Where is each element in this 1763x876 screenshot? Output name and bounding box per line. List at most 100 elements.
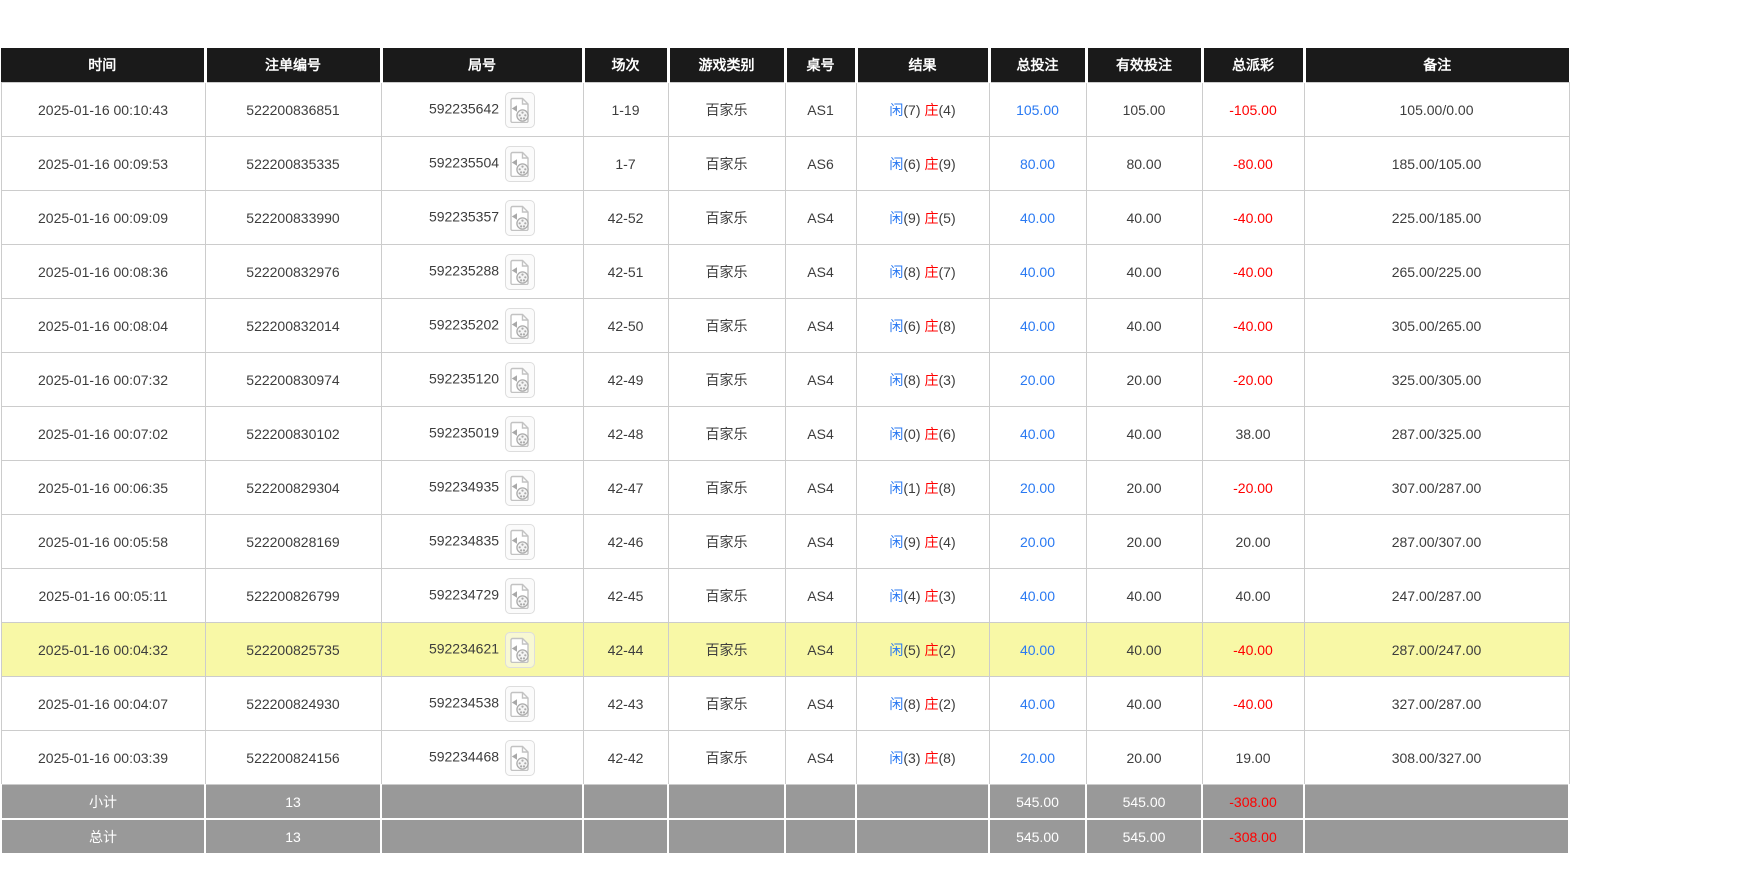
result-cell: 闲(4)庄(3)	[856, 569, 989, 623]
total-bet-cell: 20.00	[989, 461, 1086, 515]
banker-result-label: 庄	[925, 264, 939, 280]
round-cell: 592235504	[381, 137, 583, 191]
bet-id-cell: 522200828169	[205, 515, 381, 569]
subtotal-total-bet: 545.00	[989, 785, 1086, 820]
grand-total-valid-bet: 545.00	[1086, 819, 1202, 854]
game-type-cell: 百家乐	[668, 569, 785, 623]
video-replay-button[interactable]	[505, 686, 535, 722]
valid-bet-cell: 20.00	[1086, 731, 1202, 785]
video-replay-button[interactable]	[505, 524, 535, 560]
round-id-text: 592235642	[429, 100, 499, 116]
video-replay-button[interactable]	[505, 416, 535, 452]
round-cell: 592235019	[381, 407, 583, 461]
bet-records-table: 时间 注单编号 局号 场次 游戏类别 桌号 结果 总投注 有效投注 总派彩 备注…	[0, 48, 1570, 855]
remark-cell: 308.00/327.00	[1304, 731, 1569, 785]
round-cell: 592235642	[381, 83, 583, 137]
banker-result-points: (2)	[939, 696, 956, 712]
column-header-session: 场次	[583, 48, 668, 83]
video-replay-button[interactable]	[505, 254, 535, 290]
remark-cell: 305.00/265.00	[1304, 299, 1569, 353]
video-replay-button[interactable]	[505, 632, 535, 668]
column-header-game-type: 游戏类别	[668, 48, 785, 83]
game-type-cell: 百家乐	[668, 731, 785, 785]
bet-id-cell: 522200826799	[205, 569, 381, 623]
time-cell: 2025-01-16 00:07:32	[1, 353, 205, 407]
table-row: 2025-01-16 00:08:36 522200832976 5922352…	[1, 245, 1569, 299]
valid-bet-cell: 40.00	[1086, 677, 1202, 731]
time-cell: 2025-01-16 00:05:58	[1, 515, 205, 569]
round-cell: 592234835	[381, 515, 583, 569]
bet-id-cell: 522200824930	[205, 677, 381, 731]
video-replay-icon	[509, 529, 531, 555]
player-result-points: (5)	[903, 642, 920, 658]
table-row: 2025-01-16 00:09:09 522200833990 5922353…	[1, 191, 1569, 245]
valid-bet-cell: 40.00	[1086, 299, 1202, 353]
bet-id-cell: 522200830102	[205, 407, 381, 461]
payout-cell: -20.00	[1202, 461, 1304, 515]
round-id-text: 592234835	[429, 532, 499, 548]
result-cell: 闲(5)庄(2)	[856, 623, 989, 677]
player-result-points: (1)	[903, 480, 920, 496]
banker-result-label: 庄	[925, 156, 939, 172]
bet-id-cell: 522200829304	[205, 461, 381, 515]
banker-result-points: (7)	[939, 264, 956, 280]
game-type-cell: 百家乐	[668, 245, 785, 299]
session-cell: 42-47	[583, 461, 668, 515]
player-result-label: 闲	[889, 426, 903, 442]
table-no-cell: AS4	[785, 677, 856, 731]
payout-cell: -105.00	[1202, 83, 1304, 137]
video-replay-button[interactable]	[505, 470, 535, 506]
footer-empty-cell	[785, 819, 856, 854]
video-replay-button[interactable]	[505, 740, 535, 776]
video-replay-button[interactable]	[505, 92, 535, 128]
total-bet-cell: 20.00	[989, 353, 1086, 407]
game-type-cell: 百家乐	[668, 83, 785, 137]
banker-result-points: (5)	[939, 210, 956, 226]
time-cell: 2025-01-16 00:04:07	[1, 677, 205, 731]
video-replay-icon	[509, 97, 531, 123]
table-no-cell: AS4	[785, 731, 856, 785]
banker-result-label: 庄	[925, 696, 939, 712]
round-id-text: 592234468	[429, 748, 499, 764]
table-row: 2025-01-16 00:06:35 522200829304 5922349…	[1, 461, 1569, 515]
video-replay-icon	[509, 583, 531, 609]
session-cell: 1-7	[583, 137, 668, 191]
grand-total-total-bet: 545.00	[989, 819, 1086, 854]
video-replay-button[interactable]	[505, 200, 535, 236]
round-id-text: 592235357	[429, 208, 499, 224]
payout-cell: -40.00	[1202, 677, 1304, 731]
banker-result-label: 庄	[925, 642, 939, 658]
total-bet-cell: 40.00	[989, 677, 1086, 731]
result-cell: 闲(7)庄(4)	[856, 83, 989, 137]
player-result-points: (4)	[903, 588, 920, 604]
table-row: 2025-01-16 00:10:43 522200836851 5922356…	[1, 83, 1569, 137]
subtotal-valid-bet: 545.00	[1086, 785, 1202, 820]
table-no-cell: AS4	[785, 407, 856, 461]
footer-empty-cell	[856, 785, 989, 820]
video-replay-button[interactable]	[505, 578, 535, 614]
round-cell: 592235357	[381, 191, 583, 245]
table-row: 2025-01-16 00:04:32 522200825735 5922346…	[1, 623, 1569, 677]
round-id-text: 592235288	[429, 262, 499, 278]
table-row: 2025-01-16 00:07:32 522200830974 5922351…	[1, 353, 1569, 407]
game-type-cell: 百家乐	[668, 461, 785, 515]
total-bet-cell: 40.00	[989, 245, 1086, 299]
video-replay-button[interactable]	[505, 308, 535, 344]
subtotal-count: 13	[205, 785, 381, 820]
video-replay-button[interactable]	[505, 146, 535, 182]
session-cell: 42-50	[583, 299, 668, 353]
total-bet-cell: 105.00	[989, 83, 1086, 137]
banker-result-points: (3)	[939, 372, 956, 388]
payout-cell: -40.00	[1202, 245, 1304, 299]
time-cell: 2025-01-16 00:08:36	[1, 245, 205, 299]
table-no-cell: AS1	[785, 83, 856, 137]
valid-bet-cell: 80.00	[1086, 137, 1202, 191]
remark-cell: 225.00/185.00	[1304, 191, 1569, 245]
result-cell: 闲(8)庄(2)	[856, 677, 989, 731]
video-replay-button[interactable]	[505, 362, 535, 398]
table-row: 2025-01-16 00:07:02 522200830102 5922350…	[1, 407, 1569, 461]
column-header-total-bet: 总投注	[989, 48, 1086, 83]
player-result-label: 闲	[889, 480, 903, 496]
remark-cell: 287.00/247.00	[1304, 623, 1569, 677]
table-no-cell: AS4	[785, 191, 856, 245]
